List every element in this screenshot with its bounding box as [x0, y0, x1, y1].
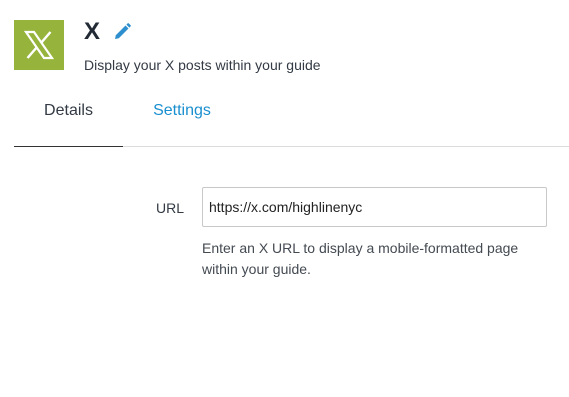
- page: X Display your X posts within your guide…: [0, 0, 569, 397]
- tab-bar: Details Settings: [14, 88, 569, 147]
- url-help-text: Enter an X URL to display a mobile-forma…: [202, 240, 519, 277]
- app-title: X: [84, 18, 101, 45]
- x-logo-icon: [14, 20, 64, 70]
- tab-details[interactable]: Details: [14, 88, 123, 147]
- app-subtitle: Display your X posts within your guide: [84, 57, 321, 73]
- url-label: URL: [156, 200, 185, 216]
- title-row: X: [84, 17, 132, 47]
- url-input[interactable]: [202, 187, 547, 227]
- tab-settings[interactable]: Settings: [142, 88, 222, 146]
- pencil-icon[interactable]: [112, 22, 132, 42]
